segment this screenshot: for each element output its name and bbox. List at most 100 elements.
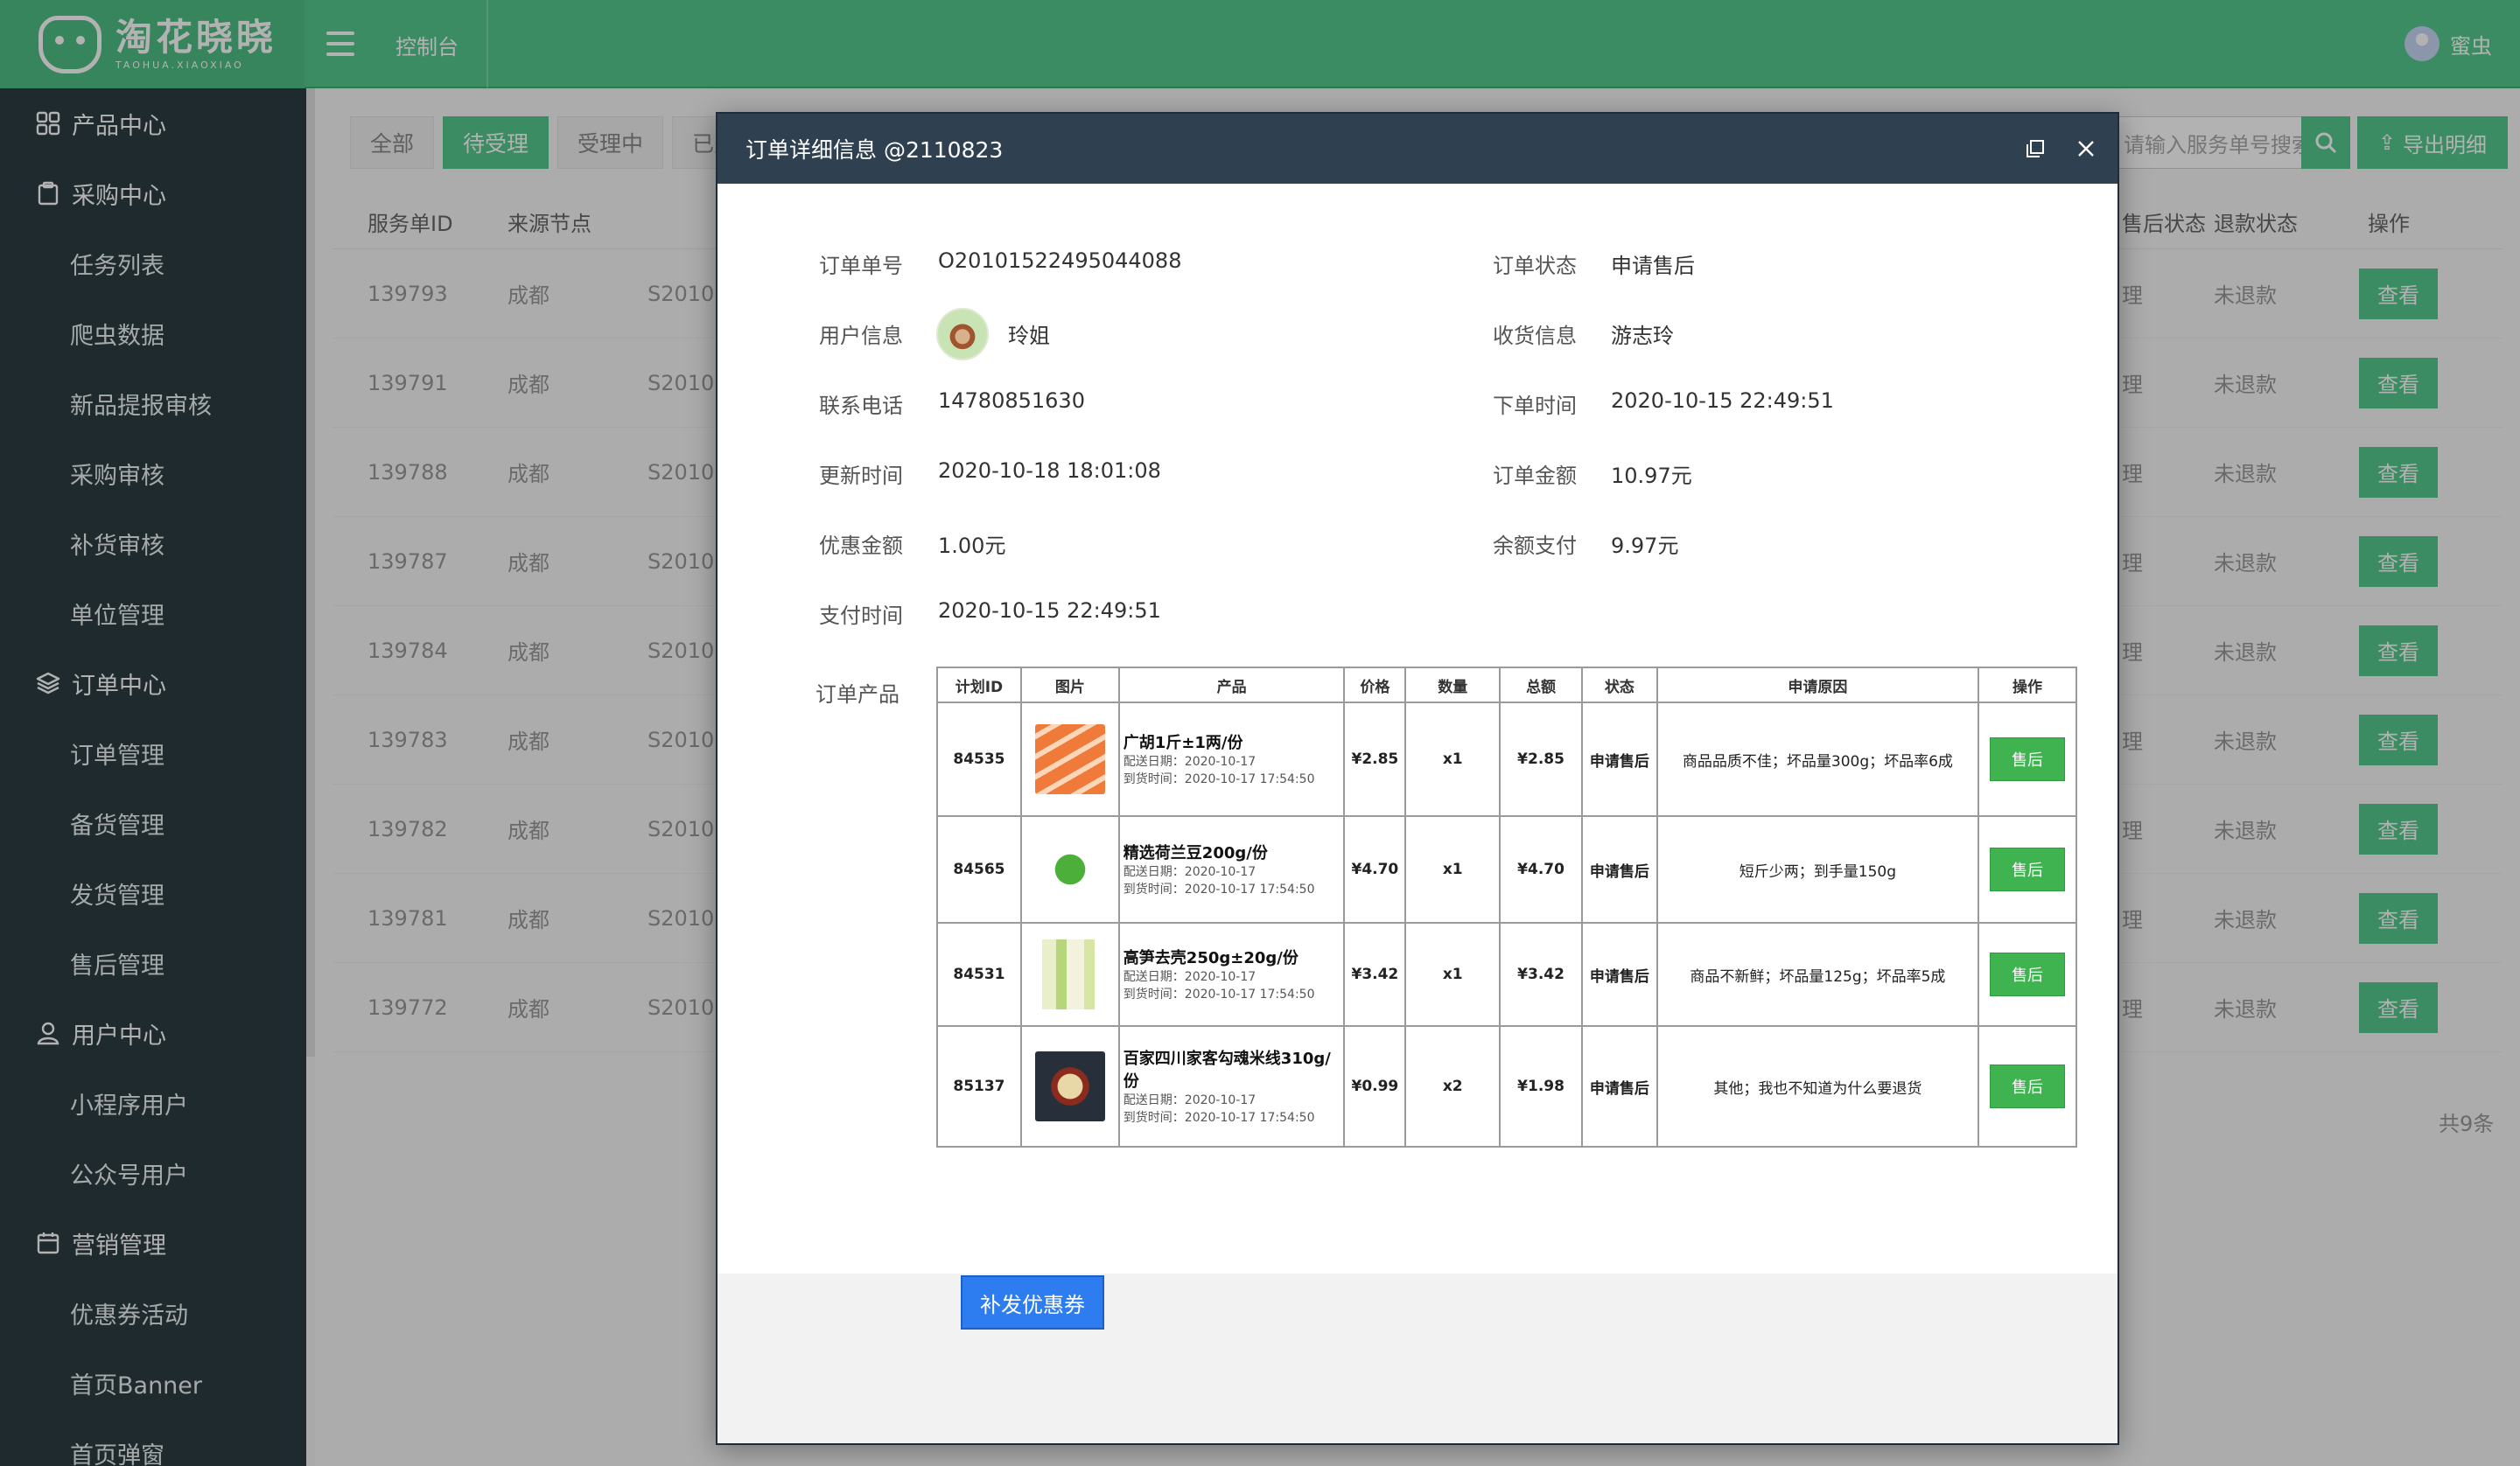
apply-reason: 短斤少两；到手量150g	[1656, 815, 1980, 924]
plan-id: 84565	[936, 815, 1022, 924]
order-amount-value: 10.97元	[1611, 464, 1692, 488]
balance-value: 9.97元	[1611, 534, 1679, 558]
update-time-value: 2020-10-18 18:01:08	[938, 458, 1161, 483]
user-info-label: 用户信息	[819, 324, 903, 348]
maximize-icon[interactable]	[2021, 135, 2049, 163]
after-sales-button[interactable]: 售后	[1990, 737, 2065, 781]
product-image	[1019, 815, 1120, 924]
operation-cell: 售后	[1978, 1025, 2077, 1148]
discount-label: 优惠金额	[819, 534, 903, 558]
operation-cell: 售后	[1978, 815, 2077, 924]
user-info-value: 玲姐	[1008, 324, 1050, 348]
product-quantity: x1	[1404, 702, 1502, 817]
modal-body: 订单单号 O20101522495044088 订单状态 申请售后 用户信息 玲…	[718, 184, 2118, 1330]
product-total: ¥4.70	[1499, 815, 1584, 924]
product-name: 精选荷兰豆200g/份	[1123, 844, 1268, 862]
delivery-date: 配送日期：2020-10-17	[1123, 970, 1256, 984]
plan-id: 84531	[936, 922, 1022, 1027]
product-status: 申请售后	[1581, 922, 1658, 1027]
modal-title-bar: 订单详细信息 @2110823	[718, 114, 2118, 184]
product-image	[1019, 702, 1120, 817]
after-sales-button[interactable]: 售后	[1990, 953, 2065, 996]
product-thumbnail	[1034, 1051, 1105, 1121]
receiver-value: 游志玲	[1611, 324, 1674, 348]
product-quantity: x1	[1404, 815, 1502, 924]
delivery-date: 配送日期：2020-10-17	[1123, 865, 1256, 879]
modal-title: 订单详细信息 @2110823	[746, 137, 1004, 163]
product-thumbnail	[1034, 834, 1105, 904]
th-image: 图片	[1019, 667, 1120, 703]
product-total: ¥3.42	[1499, 922, 1584, 1027]
after-sales-button[interactable]: 售后	[1990, 848, 2065, 891]
product-total: ¥1.98	[1499, 1025, 1584, 1148]
th-product: 产品	[1117, 667, 1346, 703]
product-name: 广胡1斤±1两/份	[1123, 734, 1243, 752]
arrival-time: 到货时间：2020-10-17 17:54:50	[1123, 772, 1315, 786]
apply-reason: 商品不新鲜；坏品量125g；坏品率5成	[1656, 922, 1980, 1027]
th-operation: 操作	[1978, 667, 2077, 703]
table-row: 84531 高笋去壳250g±20g/份配送日期：2020-10-17 到货时间：2…	[936, 922, 2077, 1027]
order-no-label: 订单单号	[819, 254, 903, 278]
order-status-label: 订单状态	[1493, 254, 1577, 278]
customer-avatar	[936, 308, 989, 360]
phone-value: 14780851630	[938, 388, 1085, 413]
after-sales-button[interactable]: 售后	[1990, 1065, 2065, 1108]
product-price: ¥3.42	[1343, 922, 1407, 1027]
order-amount-label: 订单金额	[1493, 464, 1577, 488]
product-thumbnail	[1034, 939, 1105, 1009]
update-time-label: 更新时间	[819, 464, 903, 488]
product-total: ¥2.85	[1499, 702, 1584, 817]
product-status: 申请售后	[1581, 1025, 1658, 1148]
reissue-coupon-button[interactable]: 补发优惠券	[961, 1275, 1104, 1330]
balance-label: 余额支付	[1493, 534, 1577, 558]
apply-reason: 其他；我也不知道为什么要退货	[1656, 1025, 1980, 1148]
discount-value: 1.00元	[938, 534, 1006, 558]
product-price: ¥0.99	[1343, 1025, 1407, 1148]
table-row: 84565 精选荷兰豆200g/份配送日期：2020-10-17 到货时间：2020…	[936, 815, 2077, 924]
product-info: 百家四川家客勾魂米线310g/份 配送日期：2020-10-17 到货时间：2020…	[1117, 1025, 1346, 1148]
product-info: 高笋去壳250g±20g/份配送日期：2020-10-17 到货时间：2020-1…	[1117, 922, 1346, 1027]
product-status: 申请售后	[1581, 702, 1658, 817]
product-quantity: x1	[1404, 922, 1502, 1027]
plan-id: 84535	[936, 702, 1022, 817]
order-no-value: O20101522495044088	[938, 248, 1182, 273]
pay-time-value: 2020-10-15 22:49:51	[938, 598, 1161, 623]
table-row: 84535 广胡1斤±1两/份配送日期：2020-10-17 到货时间：2020-1…	[936, 702, 2077, 817]
th-quantity: 数量	[1404, 667, 1502, 703]
phone-label: 联系电话	[819, 394, 903, 418]
close-icon[interactable]	[2072, 135, 2100, 163]
products-table: 计划ID 图片 产品 价格 数量 总额 状态 申请原因 操作 84535 广胡1斤…	[936, 667, 2077, 1148]
receiver-label: 收货信息	[1493, 324, 1577, 348]
delivery-date: 配送日期：2020-10-17	[1123, 755, 1256, 769]
product-quantity: x2	[1404, 1025, 1502, 1148]
plan-id: 85137	[936, 1025, 1022, 1148]
order-time-value: 2020-10-15 22:49:51	[1611, 388, 1834, 413]
th-total: 总额	[1499, 667, 1584, 703]
th-price: 价格	[1343, 667, 1407, 703]
product-price: ¥4.70	[1343, 815, 1407, 924]
th-status: 状态	[1581, 667, 1658, 703]
table-row: 85137 百家四川家客勾魂米线310g/份 配送日期：2020-10-17 到货时间…	[936, 1025, 2077, 1148]
order-products-label: 订单产品	[816, 682, 900, 707]
product-image	[1019, 1025, 1120, 1148]
operation-cell: 售后	[1978, 922, 2077, 1027]
product-thumbnail	[1034, 724, 1105, 794]
product-price: ¥2.85	[1343, 702, 1407, 817]
table-header-row: 计划ID 图片 产品 价格 数量 总额 状态 申请原因 操作	[936, 667, 2077, 703]
product-info: 精选荷兰豆200g/份配送日期：2020-10-17 到货时间：2020-10-1…	[1117, 815, 1346, 924]
arrival-time: 到货时间：2020-10-17 17:54:50	[1123, 988, 1315, 1002]
pay-time-label: 支付时间	[819, 604, 903, 628]
arrival-time: 到货时间：2020-10-17 17:54:50	[1123, 883, 1315, 897]
product-info: 广胡1斤±1两/份配送日期：2020-10-17 到货时间：2020-10-17 …	[1117, 702, 1346, 817]
apply-reason: 商品品质不佳；坏品量300g；坏品率6成	[1656, 702, 1980, 817]
order-status-value: 申请售后	[1611, 254, 1695, 278]
product-image	[1019, 922, 1120, 1027]
th-reason: 申请原因	[1656, 667, 1980, 703]
product-name: 高笋去壳250g±20g/份	[1123, 949, 1298, 967]
product-status: 申请售后	[1581, 815, 1658, 924]
delivery-date: 配送日期：2020-10-17	[1123, 1093, 1256, 1107]
order-detail-modal: 订单详细信息 @2110823 订单单号 O20101522495044088 …	[716, 112, 2119, 1445]
order-time-label: 下单时间	[1493, 394, 1577, 418]
operation-cell: 售后	[1978, 702, 2077, 817]
arrival-time: 到货时间：2020-10-17 17:54:50	[1123, 1111, 1315, 1125]
